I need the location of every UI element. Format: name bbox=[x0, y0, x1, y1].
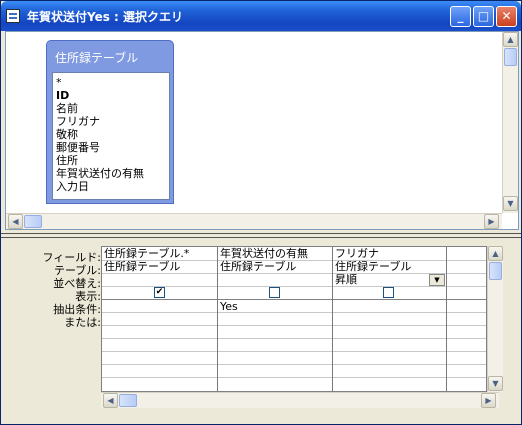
field-item-address[interactable]: 住所 bbox=[56, 154, 78, 167]
scroll-thumb[interactable] bbox=[119, 394, 137, 407]
window-title: 年賀状送付Yes : 選択クエリ bbox=[27, 10, 184, 24]
sort-dropdown-icon[interactable]: ▼ bbox=[429, 274, 445, 286]
column-2-criteria[interactable]: Yes bbox=[220, 300, 238, 313]
scroll-left-button[interactable]: ◀ bbox=[103, 393, 118, 408]
upper-horizontal-scrollbar[interactable]: ◀ ▶ bbox=[6, 213, 502, 229]
field-item-honorific[interactable]: 敬称 bbox=[56, 128, 78, 141]
column-1-table[interactable]: 住所録テーブル bbox=[104, 260, 180, 273]
table-title[interactable]: 住所録テーブル bbox=[55, 49, 138, 66]
field-item-name[interactable]: 名前 bbox=[56, 102, 78, 115]
minimize-button[interactable]: _ bbox=[450, 6, 471, 27]
design-grid-pane: フィールド: テーブル: 並べ替え: 表示: 抽出条件: または: 住所録テーブ… bbox=[5, 241, 519, 413]
scroll-thumb[interactable] bbox=[489, 262, 502, 280]
scroll-thumb[interactable] bbox=[24, 215, 42, 228]
column-2-field[interactable]: 年賀状送付の有無 bbox=[220, 247, 308, 260]
query-design-grid: 住所録テーブル.* 住所録テーブル ✔ 年賀状送付の有無 住所録テーブル Yes… bbox=[101, 246, 487, 392]
field-list: * ID 名前 フリガナ 敬称 郵便番号 住所 年賀状送付の有無 入力日 bbox=[52, 72, 170, 200]
scroll-up-button[interactable]: ▲ bbox=[503, 32, 518, 47]
column-3-show-checkbox[interactable] bbox=[383, 287, 394, 298]
scroll-up-button[interactable]: ▲ bbox=[488, 246, 503, 261]
scroll-thumb[interactable] bbox=[504, 48, 517, 66]
table-pane: 住所録テーブル * ID 名前 フリガナ 敬称 郵便番号 住所 年賀状送付の有無… bbox=[5, 31, 519, 230]
field-item-furigana[interactable]: フリガナ bbox=[56, 115, 100, 128]
table-field-list-window[interactable]: 住所録テーブル * ID 名前 フリガナ 敬称 郵便番号 住所 年賀状送付の有無… bbox=[46, 40, 174, 204]
column-2-table[interactable]: 住所録テーブル bbox=[220, 260, 296, 273]
field-item-new-year-card[interactable]: 年賀状送付の有無 bbox=[56, 167, 144, 180]
column-1-field[interactable]: 住所録テーブル.* bbox=[104, 247, 189, 260]
column-1-show-checkbox[interactable]: ✔ bbox=[154, 287, 165, 298]
upper-vertical-scrollbar[interactable]: ▲ ▼ bbox=[502, 32, 518, 213]
field-item-all[interactable]: * bbox=[56, 76, 62, 89]
row-label-or: または: bbox=[64, 316, 101, 329]
title-bar[interactable]: 年賀状送付Yes : 選択クエリ _ □ ✕ bbox=[1, 1, 521, 31]
field-item-entry-date[interactable]: 入力日 bbox=[56, 180, 89, 193]
grid-vertical-scrollbar[interactable]: ▲ ▼ bbox=[487, 246, 503, 392]
query-window: 年賀状送付Yes : 選択クエリ _ □ ✕ 住所録テーブル * ID 名前 フ… bbox=[0, 0, 522, 425]
column-3-table[interactable]: 住所録テーブル bbox=[335, 260, 411, 273]
pane-splitter[interactable] bbox=[1, 233, 521, 238]
scroll-left-button[interactable]: ◀ bbox=[8, 214, 23, 229]
grid-horizontal-scrollbar[interactable]: ◀ ▶ bbox=[101, 392, 499, 408]
scroll-right-button[interactable]: ▶ bbox=[484, 214, 499, 229]
field-item-postal-code[interactable]: 郵便番号 bbox=[56, 141, 100, 154]
column-3-sort[interactable]: 昇順 bbox=[335, 273, 357, 286]
query-app-icon[interactable] bbox=[6, 9, 20, 23]
field-item-id[interactable]: ID bbox=[56, 89, 69, 102]
maximize-button[interactable]: □ bbox=[473, 6, 494, 27]
scroll-down-button[interactable]: ▼ bbox=[488, 376, 503, 391]
scroll-down-button[interactable]: ▼ bbox=[503, 196, 518, 211]
scroll-right-button[interactable]: ▶ bbox=[481, 393, 496, 408]
column-3-field[interactable]: フリガナ bbox=[335, 247, 379, 260]
column-2-show-checkbox[interactable] bbox=[269, 287, 280, 298]
close-button[interactable]: ✕ bbox=[496, 6, 517, 27]
